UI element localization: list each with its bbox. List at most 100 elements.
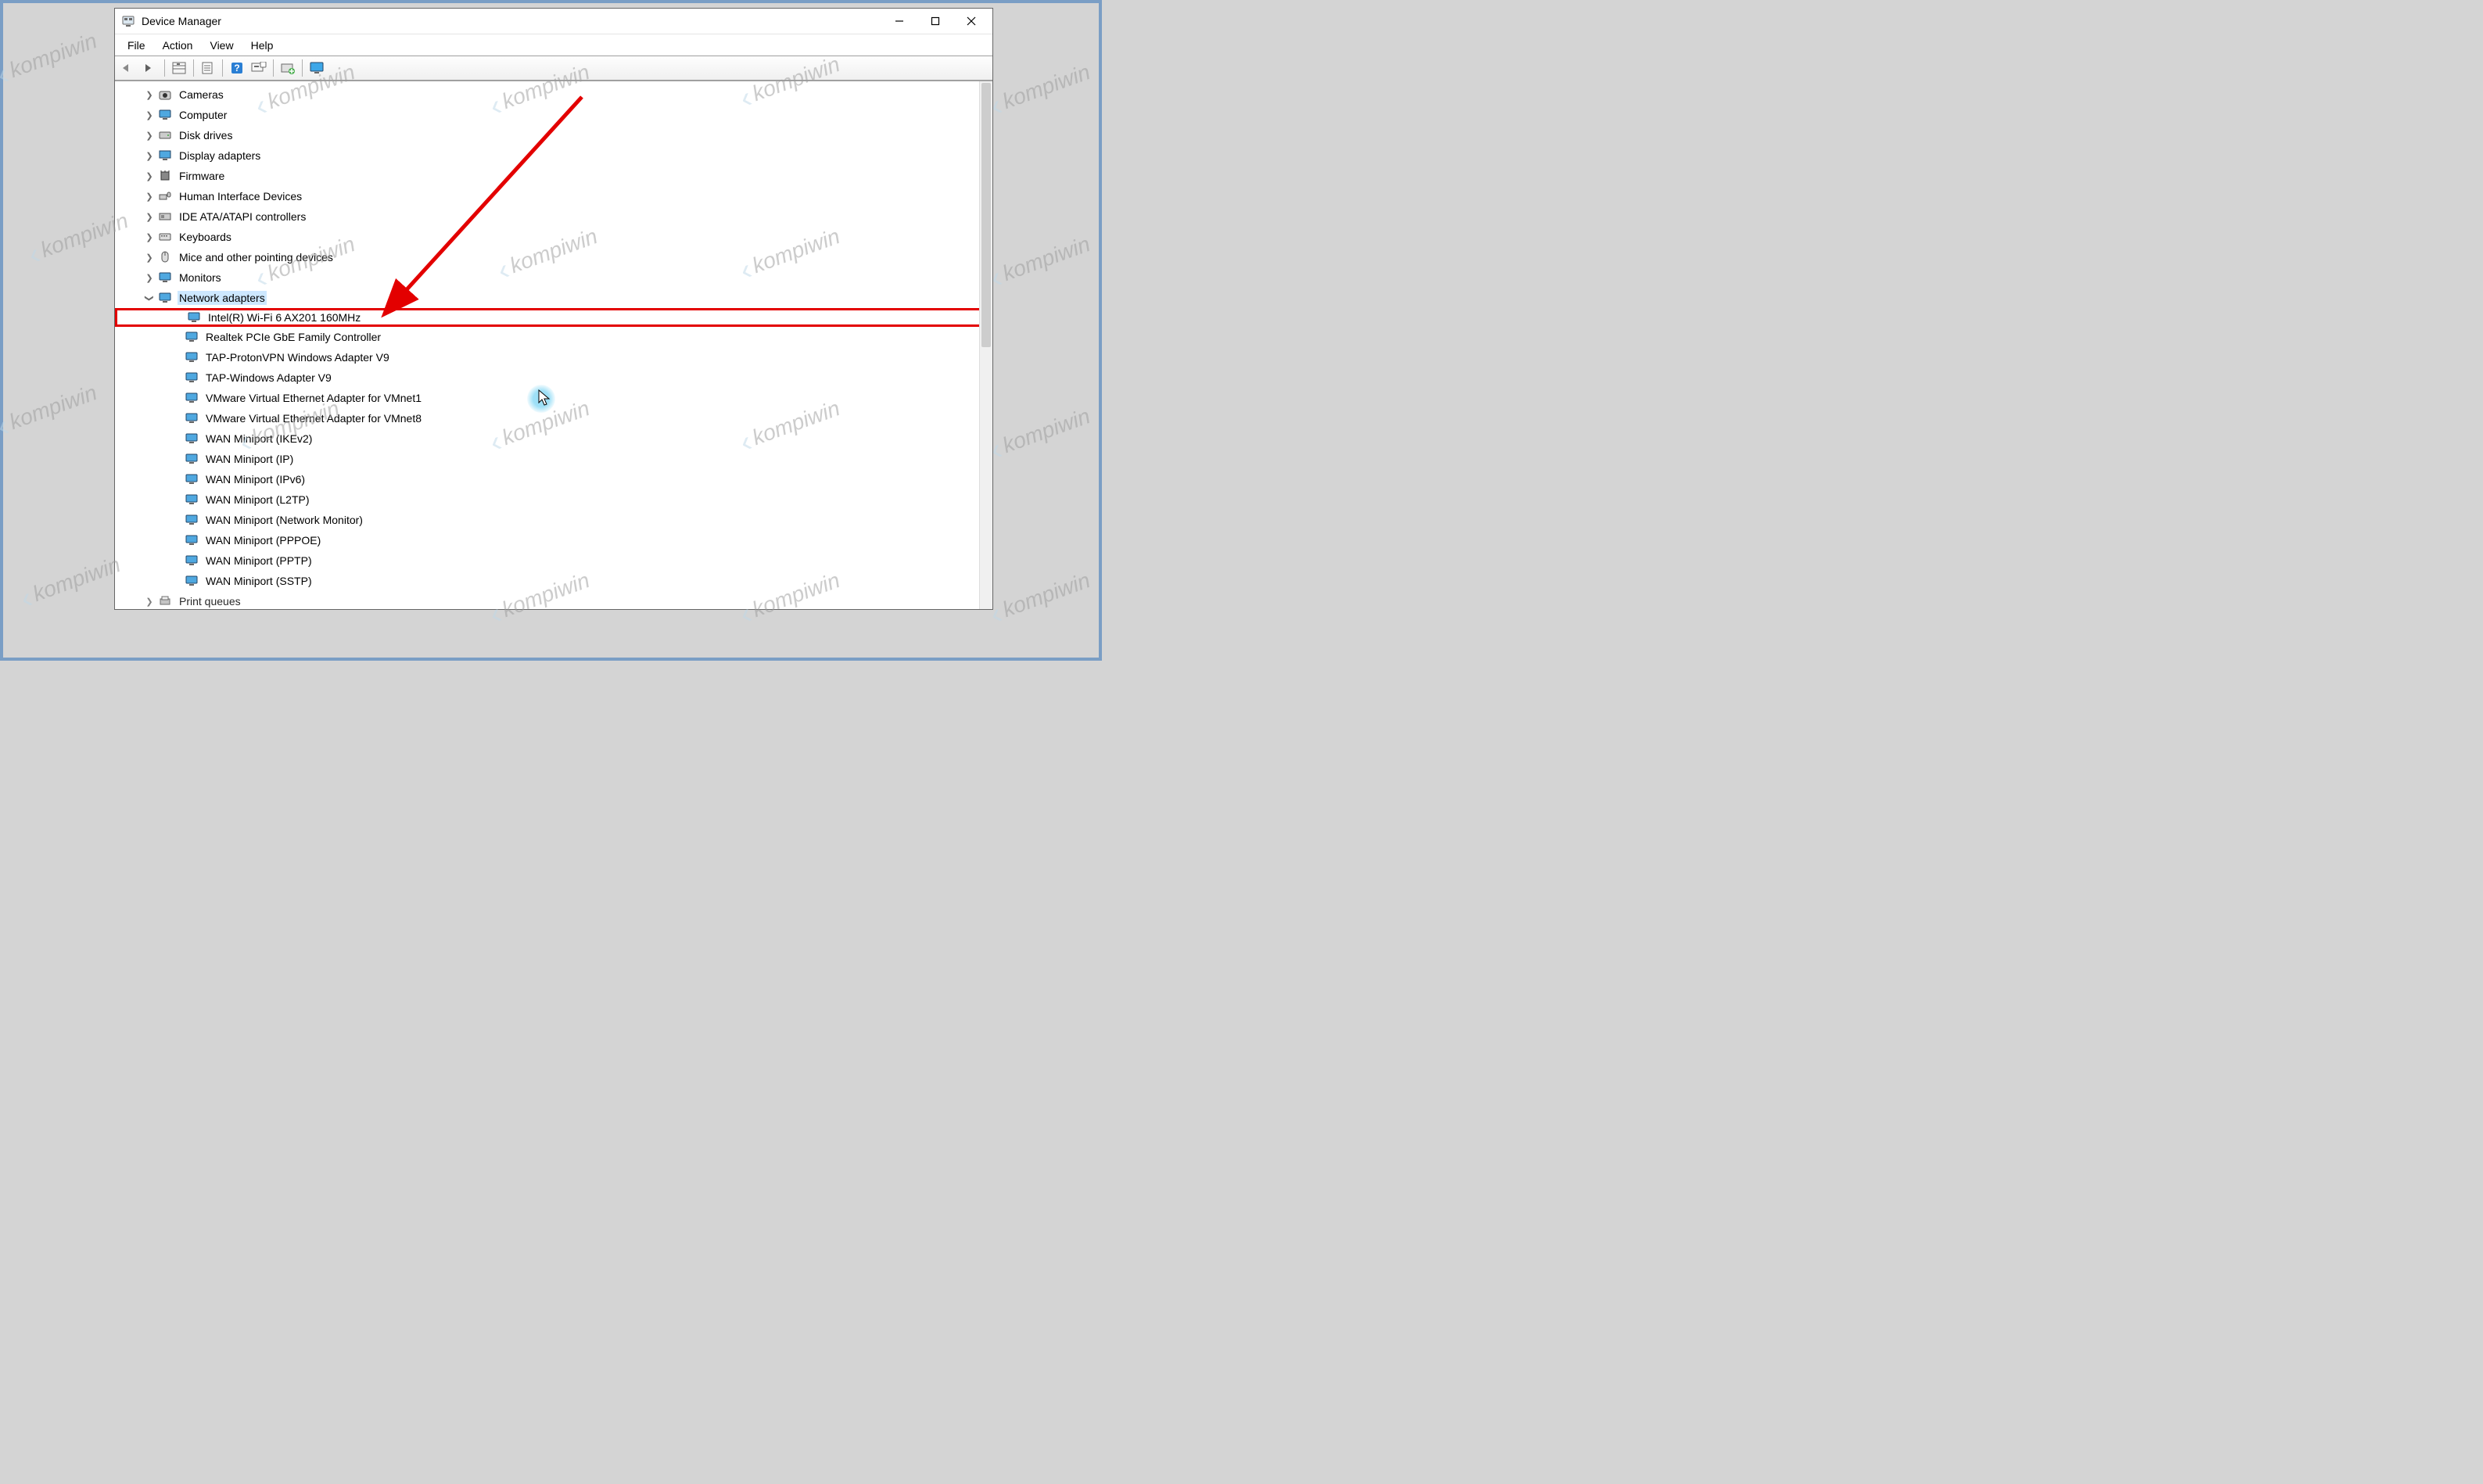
expand-icon[interactable]: ❯ [143,192,156,202]
tree-label: Display adapters [178,149,262,163]
disk-icon [157,128,173,142]
device-wan-pppoe[interactable]: WAN Miniport (PPPOE) [115,530,992,550]
device-wan-ikev2[interactable]: WAN Miniport (IKEv2) [115,428,992,449]
category-cameras[interactable]: ❯ Cameras [115,84,992,105]
expand-icon[interactable]: ❯ [143,90,156,100]
menu-action[interactable]: Action [155,38,201,53]
network-adapter-icon [184,350,199,364]
device-realtek[interactable]: Realtek PCIe GbE Family Controller [115,327,992,347]
expand-icon[interactable]: ❯ [143,212,156,222]
device-vmware8[interactable]: VMware Virtual Ethernet Adapter for VMne… [115,408,992,428]
category-display-adapters[interactable]: ❯ Display adapters [115,145,992,166]
tree-label: WAN Miniport (PPPOE) [204,533,322,547]
window-title: Device Manager [142,15,221,27]
camera-icon [157,88,173,102]
tree-label: Cameras [178,88,225,102]
network-adapter-icon [184,472,199,486]
hid-icon [157,189,173,203]
tree-label: Intel(R) Wi-Fi 6 AX201 160MHz [206,310,362,324]
properties-button[interactable] [198,59,218,77]
scan-button[interactable] [249,59,269,77]
printer-icon [157,594,173,608]
tree-label: Firmware [178,169,226,183]
minimize-button[interactable] [881,9,917,33]
network-adapter-icon [184,391,199,405]
expand-icon[interactable]: ❯ [143,171,156,181]
forward-button[interactable] [140,59,160,77]
expand-icon[interactable]: ❯ [143,597,156,607]
scrollbar-thumb[interactable] [981,83,991,347]
maximize-button[interactable] [917,9,953,33]
close-button[interactable] [953,9,989,33]
category-firmware[interactable]: ❯ Firmware [115,166,992,186]
category-disk-drives[interactable]: ❯ Disk drives [115,125,992,145]
tree-label: WAN Miniport (IKEv2) [204,432,314,446]
network-adapter-icon [184,330,199,344]
computer-icon [157,108,173,122]
monitor-icon [157,271,173,285]
tree-label: WAN Miniport (L2TP) [204,493,311,507]
back-button[interactable] [118,59,138,77]
tree-label: WAN Miniport (IPv6) [204,472,307,486]
tree-label: VMware Virtual Ethernet Adapter for VMne… [204,411,423,425]
vertical-scrollbar[interactable] [979,81,992,609]
menu-help[interactable]: Help [243,38,282,53]
network-adapter-icon [184,371,199,385]
expand-icon[interactable]: ❯ [143,110,156,120]
category-monitors[interactable]: ❯ Monitors [115,267,992,288]
category-computer[interactable]: ❯ Computer [115,105,992,125]
menu-file[interactable]: File [120,38,153,53]
device-wan-netmon[interactable]: WAN Miniport (Network Monitor) [115,510,992,530]
tree-label: VMware Virtual Ethernet Adapter for VMne… [204,391,423,405]
device-wan-ipv6[interactable]: WAN Miniport (IPv6) [115,469,992,489]
tree-label: Disk drives [178,128,234,142]
network-adapter-icon [184,533,199,547]
category-network-adapters[interactable]: ❯ Network adapters [115,288,992,308]
tree-label: Monitors [178,271,223,285]
category-print-queues[interactable]: ❯ Print queues [115,591,992,609]
expand-icon[interactable]: ❯ [143,151,156,161]
category-hid[interactable]: ❯ Human Interface Devices [115,186,992,206]
device-wan-sstp[interactable]: WAN Miniport (SSTP) [115,571,992,591]
tree-label: IDE ATA/ATAPI controllers [178,210,307,224]
network-adapter-icon [184,493,199,507]
device-tap-proton[interactable]: TAP-ProtonVPN Windows Adapter V9 [115,347,992,367]
expand-icon[interactable]: ❯ [143,232,156,242]
expand-icon[interactable]: ❯ [143,273,156,283]
ide-icon [157,210,173,224]
tree-label: WAN Miniport (PPTP) [204,554,314,568]
monitor-button[interactable] [307,59,327,77]
device-intel-wifi[interactable]: Intel(R) Wi-Fi 6 AX201 160MHz [115,308,992,327]
device-wan-l2tp[interactable]: WAN Miniport (L2TP) [115,489,992,510]
tree-label: Realtek PCIe GbE Family Controller [204,330,382,344]
expand-icon[interactable]: ❯ [143,253,156,263]
network-adapter-icon [184,574,199,588]
mouse-icon [157,250,173,264]
category-keyboards[interactable]: ❯ Keyboards [115,227,992,247]
menu-view[interactable]: View [202,38,241,53]
device-tree[interactable]: ❯ Cameras ❯ Computer ❯ Disk drives ❯ [115,81,992,609]
tree-label: WAN Miniport (SSTP) [204,574,314,588]
tree-label: Computer [178,108,228,122]
device-wan-pptp[interactable]: WAN Miniport (PPTP) [115,550,992,571]
show-hide-tree-button[interactable] [169,59,189,77]
svg-text:?: ? [234,63,239,73]
tree-label: Mice and other pointing devices [178,250,335,264]
cursor-icon [538,389,552,407]
network-adapter-icon [157,291,173,305]
device-tap-windows[interactable]: TAP-Windows Adapter V9 [115,367,992,388]
collapse-icon[interactable]: ❯ [145,292,155,304]
titlebar[interactable]: Device Manager [115,9,992,34]
help-button[interactable]: ? [227,59,247,77]
category-mice[interactable]: ❯ Mice and other pointing devices [115,247,992,267]
firmware-icon [157,169,173,183]
tree-label: Network adapters [178,291,267,305]
category-ide[interactable]: ❯ IDE ATA/ATAPI controllers [115,206,992,227]
expand-icon[interactable]: ❯ [143,131,156,141]
content-area: ❯ Cameras ❯ Computer ❯ Disk drives ❯ [115,81,992,609]
tree-label: Human Interface Devices [178,189,303,203]
keyboard-icon [157,230,173,244]
update-driver-button[interactable] [278,59,298,77]
menubar: File Action View Help [115,34,992,56]
device-wan-ip[interactable]: WAN Miniport (IP) [115,449,992,469]
